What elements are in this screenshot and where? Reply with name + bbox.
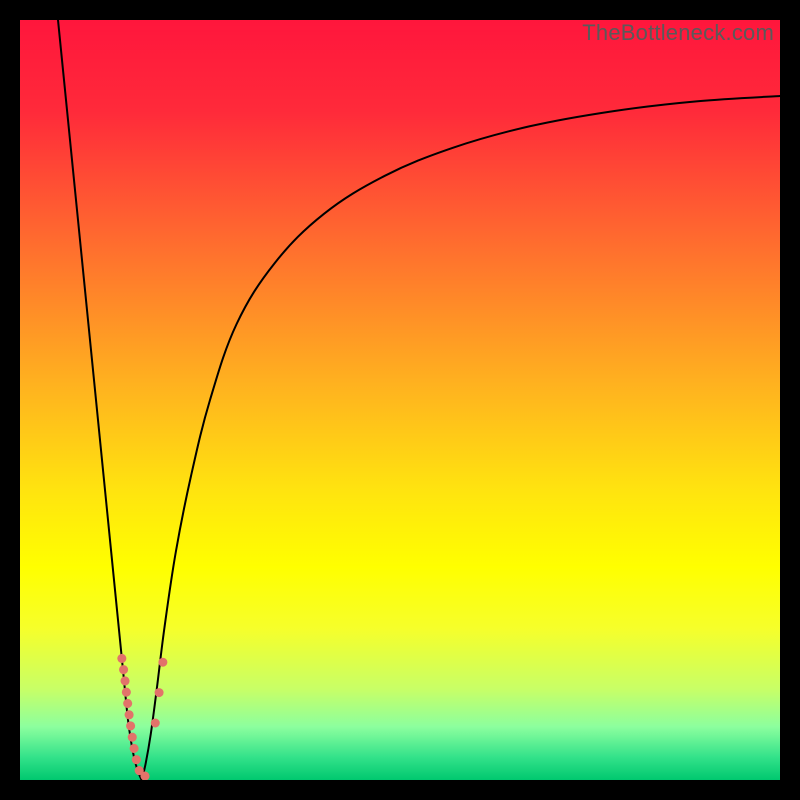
series-dotted_overlay_right-dot <box>151 719 160 728</box>
series-dotted_overlay_right-dot <box>158 658 167 667</box>
series-dotted_overlay_right-dot <box>155 688 164 697</box>
chart-frame: TheBottleneck.com <box>0 0 800 800</box>
chart-background <box>20 20 780 780</box>
chart-svg <box>20 20 780 780</box>
chart-plot-area: TheBottleneck.com <box>20 20 780 780</box>
watermark-text: TheBottleneck.com <box>582 20 774 46</box>
